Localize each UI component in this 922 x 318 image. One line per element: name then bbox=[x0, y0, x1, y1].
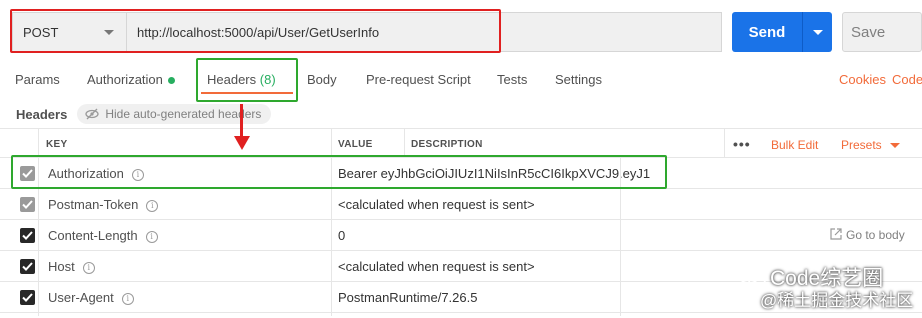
header-value[interactable]: <calculated when request is sent> bbox=[338, 197, 535, 212]
info-icon[interactable]: i bbox=[82, 261, 95, 274]
chevron-down-icon bbox=[889, 142, 900, 148]
header-key: Postman-Token i bbox=[48, 197, 159, 212]
check-icon bbox=[22, 293, 33, 302]
check-icon bbox=[22, 231, 33, 240]
check-icon bbox=[22, 262, 33, 271]
info-icon[interactable]: i bbox=[145, 230, 158, 243]
column-divider bbox=[404, 128, 405, 158]
column-description: DESCRIPTION bbox=[411, 139, 483, 150]
tab-params[interactable]: Params bbox=[15, 72, 60, 87]
status-dot-icon bbox=[167, 77, 175, 85]
more-options-icon[interactable]: ••• bbox=[733, 136, 751, 152]
go-to-body-link[interactable]: Go to body bbox=[830, 228, 905, 242]
presets-label: Presets bbox=[841, 138, 882, 152]
hide-auto-generated-label: Hide auto-generated headers bbox=[105, 107, 262, 121]
save-button[interactable]: Save bbox=[842, 12, 922, 52]
column-key: KEY bbox=[46, 139, 68, 150]
header-value[interactable]: <calculated when request is sent> bbox=[338, 259, 535, 274]
request-tabs: Params Authorization Headers (8) Body Pr… bbox=[0, 70, 922, 90]
column-value: VALUE bbox=[338, 139, 373, 150]
presets-dropdown[interactable]: Presets bbox=[841, 138, 900, 152]
header-key-text: Postman-Token bbox=[48, 197, 139, 212]
tab-pre-request-script[interactable]: Pre-request Script bbox=[366, 72, 471, 87]
watermark-line2: @稀土掘金技术社区 bbox=[760, 291, 914, 310]
column-divider bbox=[724, 128, 725, 158]
row-checkbox[interactable] bbox=[20, 228, 35, 243]
send-options-button[interactable] bbox=[803, 29, 832, 35]
table-header: KEY VALUE DESCRIPTION ••• Bulk Edit Pres… bbox=[0, 128, 922, 158]
row-checkbox[interactable] bbox=[20, 290, 35, 305]
info-icon[interactable]: i bbox=[121, 292, 134, 305]
check-icon bbox=[22, 200, 33, 209]
eye-off-icon bbox=[85, 108, 99, 120]
tab-tests[interactable]: Tests bbox=[497, 72, 527, 87]
tab-authorization[interactable]: Authorization bbox=[87, 72, 175, 87]
header-key-text: Content-Length bbox=[48, 228, 138, 243]
tab-body[interactable]: Body bbox=[307, 72, 337, 87]
tab-label: Tests bbox=[497, 72, 528, 87]
header-key-text: Host bbox=[48, 259, 75, 274]
annotation-arrow-shaft bbox=[240, 104, 243, 140]
table-row: Content-Length i 0 Go to body bbox=[0, 220, 922, 251]
chevron-down-icon bbox=[812, 29, 823, 35]
annotation-arrow-head-icon bbox=[234, 136, 250, 150]
highlight-request-box bbox=[10, 9, 501, 53]
headers-subheader: Headers Hide auto-generated headers bbox=[16, 104, 272, 124]
tab-label: Params bbox=[15, 72, 60, 87]
header-key: Content-Length i bbox=[48, 228, 158, 243]
info-icon[interactable]: i bbox=[146, 199, 159, 212]
header-key: Host i bbox=[48, 259, 95, 274]
row-checkbox[interactable] bbox=[20, 259, 35, 274]
highlight-authorization-row-box bbox=[11, 155, 667, 189]
header-key-text: User-Agent bbox=[48, 290, 114, 305]
save-label: Save bbox=[851, 23, 886, 41]
header-key: User-Agent i bbox=[48, 290, 134, 305]
send-label: Send bbox=[748, 23, 786, 41]
row-checkbox[interactable] bbox=[20, 197, 35, 212]
bulk-edit-link[interactable]: Bulk Edit bbox=[771, 138, 818, 152]
tab-label: Authorization bbox=[87, 72, 163, 87]
go-to-body-label: Go to body bbox=[846, 228, 905, 242]
wechat-icon bbox=[738, 266, 766, 288]
header-value[interactable]: PostmanRuntime/7.26.5 bbox=[338, 290, 477, 305]
tab-label: Settings bbox=[555, 72, 602, 87]
tab-settings[interactable]: Settings bbox=[555, 72, 602, 87]
cookies-link[interactable]: Cookies bbox=[839, 72, 886, 87]
code-link[interactable]: Code bbox=[892, 72, 922, 87]
table-row: Postman-Token i <calculated when request … bbox=[0, 189, 922, 220]
tab-label: Body bbox=[307, 72, 337, 87]
external-link-icon bbox=[830, 228, 842, 240]
headers-title: Headers bbox=[16, 106, 68, 122]
highlight-headers-tab-box bbox=[196, 58, 298, 102]
send-button[interactable]: Send bbox=[732, 12, 832, 52]
header-value[interactable]: 0 bbox=[338, 228, 345, 243]
tab-label: Pre-request Script bbox=[366, 72, 471, 87]
